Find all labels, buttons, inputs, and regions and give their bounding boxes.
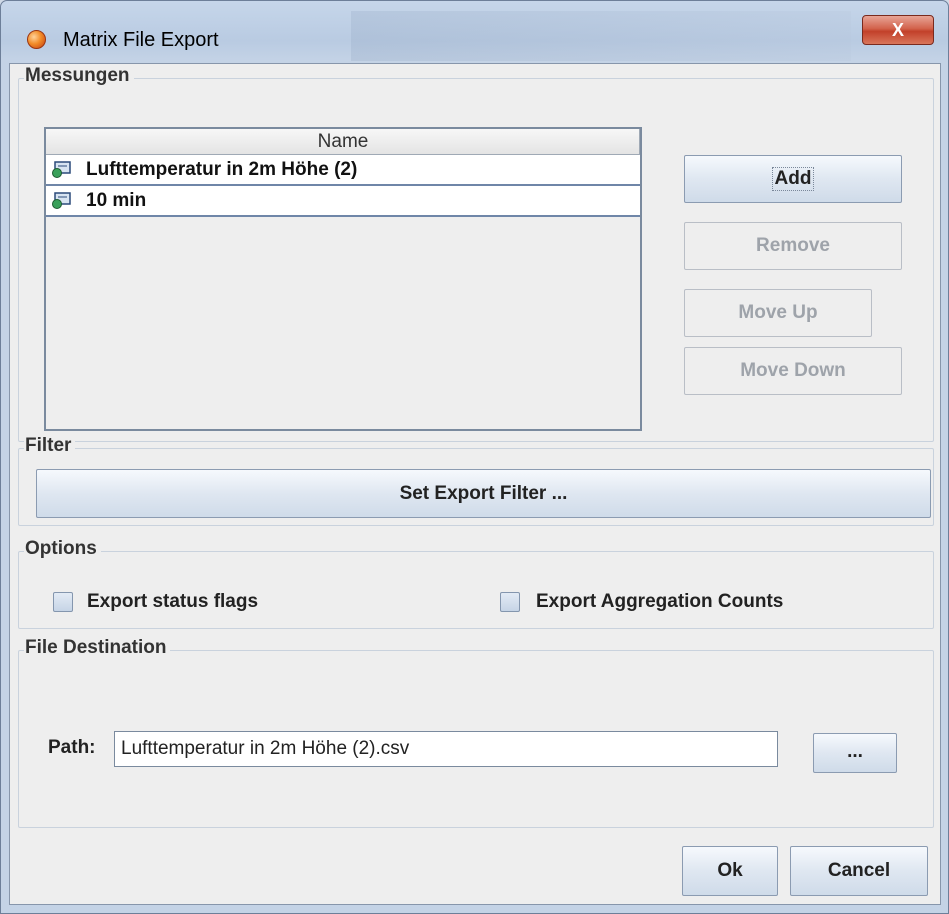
set-export-filter-button[interactable]: Set Export Filter ... bbox=[36, 469, 931, 518]
remove-button[interactable]: Remove bbox=[684, 222, 902, 270]
export-aggregation-counts-label[interactable]: Export Aggregation Counts bbox=[536, 591, 783, 613]
filter-legend: Filter bbox=[24, 435, 76, 457]
measurement-series-icon bbox=[52, 161, 71, 178]
move-up-button[interactable]: Move Up bbox=[684, 289, 872, 337]
cancel-button[interactable]: Cancel bbox=[790, 846, 928, 896]
matrix-file-export-dialog: Matrix File Export X Messungen Name Luft… bbox=[0, 0, 949, 914]
column-divider bbox=[639, 129, 640, 155]
measurement-list[interactable]: Name Lufttemperatur in 2m Höhe (2) 10 mi… bbox=[44, 127, 642, 431]
options-legend: Options bbox=[24, 538, 101, 560]
filter-group: Filter Set Export Filter ... bbox=[18, 435, 934, 526]
background-window-ghost bbox=[351, 11, 851, 61]
list-item[interactable]: 10 min bbox=[46, 186, 640, 217]
export-status-flags-label[interactable]: Export status flags bbox=[87, 591, 258, 613]
close-button[interactable]: X bbox=[862, 15, 934, 45]
ok-button[interactable]: Ok bbox=[682, 846, 778, 896]
window-title: Matrix File Export bbox=[63, 29, 219, 51]
column-header-label: Name bbox=[317, 131, 369, 152]
move-down-button[interactable]: Move Down bbox=[684, 347, 902, 395]
dialog-content: Messungen Name Lufttemperatur in 2m Höhe… bbox=[9, 63, 941, 905]
title-bar[interactable]: Matrix File Export X bbox=[1, 1, 948, 61]
measurement-series-icon bbox=[52, 192, 71, 209]
file-destination-legend: File Destination bbox=[24, 637, 171, 659]
list-item-label: Lufttemperatur in 2m Höhe (2) bbox=[86, 159, 358, 180]
path-input[interactable] bbox=[114, 731, 778, 767]
options-group: Options Export status flags Export Aggre… bbox=[18, 538, 934, 629]
app-globe-icon bbox=[27, 30, 46, 49]
column-header-name[interactable]: Name bbox=[46, 129, 640, 155]
export-aggregation-counts-checkbox[interactable] bbox=[500, 592, 520, 612]
list-item-label: 10 min bbox=[86, 190, 147, 211]
messungen-legend: Messungen bbox=[24, 65, 134, 87]
add-button-label: Add bbox=[771, 167, 815, 191]
browse-button[interactable]: ... bbox=[813, 733, 897, 773]
add-button[interactable]: Add bbox=[684, 155, 902, 203]
messungen-group: Messungen Name Lufttemperatur in 2m Höhe… bbox=[18, 65, 934, 442]
list-item[interactable]: Lufttemperatur in 2m Höhe (2) bbox=[46, 155, 640, 186]
file-destination-group: File Destination Path: ... bbox=[18, 637, 934, 828]
path-label: Path: bbox=[48, 737, 96, 758]
export-status-flags-checkbox[interactable] bbox=[53, 592, 73, 612]
